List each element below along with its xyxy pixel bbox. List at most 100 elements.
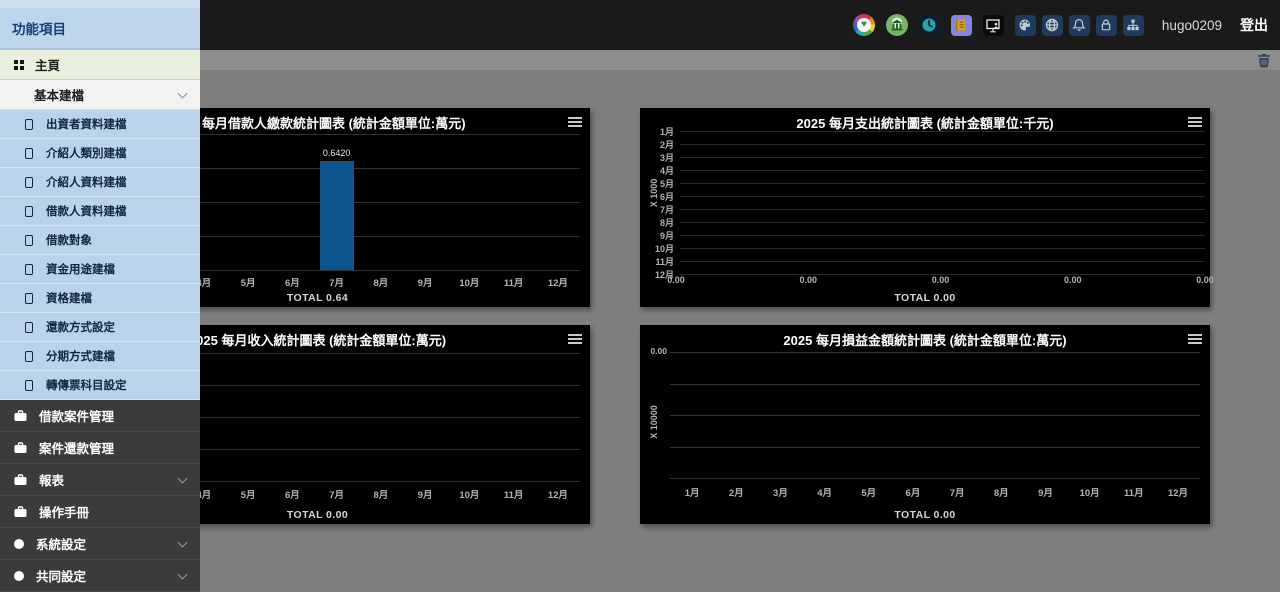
lock-icon[interactable] (1096, 15, 1117, 36)
x-tick-label: 7月 (935, 485, 979, 499)
chart-panel-profit-loss: 2025 每月損益金額統計圖表 (統計金額單位:萬元) 0.00 X 10000… (640, 325, 1210, 524)
sidebar-subitem[interactable]: 介紹人類別建檔 (0, 139, 200, 168)
x-tick-label: 1月 (670, 485, 714, 499)
y-tick-label: 11月 (646, 255, 674, 268)
y-tick-label: 10月 (646, 242, 674, 255)
x-tick-label: 3月 (758, 485, 802, 499)
sidebar-item-home[interactable]: 主頁 (0, 50, 200, 80)
sidebar: 功能項目 主頁 基本建檔 出資者資料建檔介紹人類別建檔介紹人資料建檔借款人資料建… (0, 0, 200, 592)
bell-icon[interactable] (1069, 15, 1090, 36)
sidebar-subitems: 出資者資料建檔介紹人類別建檔介紹人資料建檔借款人資料建檔借款對象資金用途建檔資格… (0, 110, 200, 400)
x-tick-label: 8月 (359, 275, 403, 289)
x-tick-label: 2月 (714, 485, 758, 499)
x-tick-label: 0.00 (1188, 275, 1222, 285)
sidebar-sections: 借款案件管理案件還款管理報表操作手冊系統設定共同設定 (0, 400, 200, 592)
bar-value-label: 0.6420 (307, 148, 367, 158)
chart-row: 6月 (646, 190, 1205, 203)
chart-row: 1月 (646, 125, 1205, 138)
gridline (680, 144, 1205, 145)
sidebar-item[interactable]: 報表 (0, 464, 200, 496)
sidebar-item-label: 操作手冊 (39, 502, 89, 521)
x-tick-label: 11月 (492, 275, 536, 289)
y-tick-label: 3月 (646, 151, 674, 164)
sidebar-subitem[interactable]: 資格建檔 (0, 284, 200, 313)
briefcase-icon (14, 474, 27, 486)
home-grid-icon (14, 60, 24, 70)
document-icon (25, 148, 33, 159)
x-tick-label: 4月 (803, 485, 847, 499)
gridline (680, 170, 1205, 171)
sidebar-subitem[interactable]: 介紹人資料建檔 (0, 168, 200, 197)
gridline (670, 352, 1200, 353)
logout-button[interactable]: 登出 (1240, 15, 1268, 35)
y-tick-label: 0.00 (644, 346, 667, 356)
sidebar-subitem-label: 介紹人資料建檔 (46, 174, 127, 190)
gridline (670, 478, 1200, 479)
y-tick-label: 2月 (646, 138, 674, 151)
x-tick-label: 9月 (403, 487, 447, 501)
sidebar-item[interactable]: 案件還款管理 (0, 432, 200, 464)
sidebar-subitem-label: 介紹人類別建檔 (46, 145, 127, 161)
x-tick-label: 7月 (315, 275, 359, 289)
x-tick-label: 5月 (226, 275, 270, 289)
x-tick-label: 0.00 (924, 275, 958, 285)
x-tick-label: 10月 (1068, 485, 1112, 499)
trash-icon[interactable] (1257, 53, 1271, 68)
x-tick-label: 12月 (536, 275, 580, 289)
sidebar-item[interactable]: 系統設定 (0, 528, 200, 560)
document-icon (25, 235, 33, 246)
sidebar-subitem-label: 借款對象 (46, 232, 92, 248)
sidebar-group-label: 基本建檔 (34, 85, 84, 104)
sidebar-subitem[interactable]: 資金用途建檔 (0, 255, 200, 284)
sidebar-item[interactable]: 借款案件管理 (0, 400, 200, 432)
sidebar-subitem[interactable]: 借款人資料建檔 (0, 197, 200, 226)
chevron-down-icon (178, 473, 188, 483)
sidebar-group-basic[interactable]: 基本建檔 (0, 80, 200, 110)
sitemap-icon[interactable] (1123, 15, 1144, 36)
chart-total: TOTAL 0.00 (640, 292, 1210, 304)
x-tick-label: 8月 (979, 485, 1023, 499)
lottery-logo-icon[interactable]: ♥ (853, 14, 875, 36)
x-tick-label: 6月 (270, 275, 314, 289)
sidebar-subitem[interactable]: 分期方式建檔 (0, 342, 200, 371)
gridline (680, 261, 1205, 262)
sidebar-subitem[interactable]: 借款對象 (0, 226, 200, 255)
sidebar-item[interactable]: 操作手冊 (0, 496, 200, 528)
sidebar-item[interactable]: 共同設定 (0, 560, 200, 592)
document-icon (25, 293, 33, 304)
scroll-icon[interactable] (951, 15, 972, 36)
gridline (680, 157, 1205, 158)
x-tick-label: 9月 (403, 275, 447, 289)
x-axis: 1月2月3月4月5月6月7月8月9月10月11月12月 (670, 485, 1200, 499)
sidebar-subitem[interactable]: 轉傳票科目設定 (0, 371, 200, 400)
sidebar-item-label: 案件還款管理 (39, 438, 114, 457)
briefcase-icon (14, 410, 27, 422)
username: hugo0209 (1162, 18, 1222, 33)
sidebar-item-label: 共同設定 (36, 566, 86, 585)
clock-icon[interactable] (919, 15, 940, 36)
chart-row: 4月 (646, 164, 1205, 177)
palette-icon[interactable] (1015, 15, 1036, 36)
sidebar-subitem-label: 轉傳票科目設定 (46, 377, 127, 393)
globe-icon[interactable] (1042, 15, 1063, 36)
gridline (680, 183, 1205, 184)
heart-icon: ♥ (857, 18, 871, 32)
gridline (680, 209, 1205, 210)
sidebar-subitem[interactable]: 還款方式設定 (0, 313, 200, 342)
x-tick-label: 0.00 (1056, 275, 1090, 285)
bank-icon[interactable] (886, 14, 908, 36)
y-tick-label: 8月 (646, 216, 674, 229)
presentation-icon[interactable] (983, 15, 1004, 36)
x-tick-label: 10月 (447, 275, 491, 289)
x-tick-label: 5月 (847, 485, 891, 499)
chart-row: 11月 (646, 255, 1205, 268)
gridline (680, 131, 1205, 132)
document-icon (25, 351, 33, 362)
sidebar-item-label: 借款案件管理 (39, 406, 114, 425)
x-tick-label: 6月 (891, 485, 935, 499)
sidebar-subitem[interactable]: 出資者資料建檔 (0, 110, 200, 139)
bar (320, 161, 354, 270)
circle-icon (14, 571, 24, 581)
x-axis: 0.000.000.000.000.00 (640, 275, 1210, 287)
chevron-down-icon (178, 88, 188, 98)
